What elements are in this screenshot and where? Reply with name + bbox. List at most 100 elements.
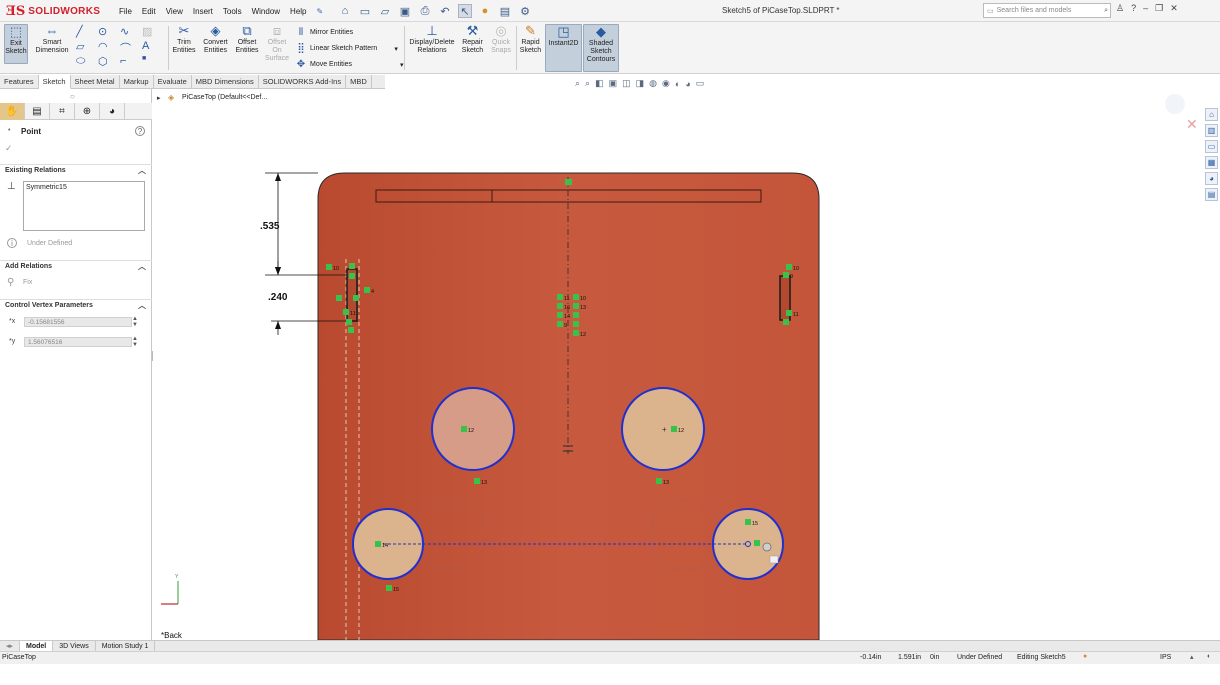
y-coordinate-input[interactable]: 1.56076516 [24, 337, 132, 347]
instant2d-button[interactable]: ◳ Instant2D [545, 24, 582, 72]
existing-relations-list[interactable]: Symmetric15 [23, 181, 145, 231]
tab-mbd[interactable]: MBD [346, 75, 372, 89]
open-icon[interactable]: ▱ [378, 4, 392, 18]
search-icon[interactable]: ⌕ [1104, 7, 1108, 15]
shaded-sketch-contours-button[interactable]: ◆ Shaded Sketch Contours [583, 24, 619, 72]
dimxpert-tab-icon[interactable]: ⊕ [75, 103, 100, 120]
file-explorer-icon[interactable]: ▭ [1205, 140, 1218, 153]
collapse-chevron-icon[interactable]: ︿ [138, 300, 146, 312]
menu-edit[interactable]: Edit [137, 7, 161, 16]
search-input[interactable]: ▭ Search files and models ⌕ [983, 3, 1111, 18]
fillet-icon[interactable]: ⌒ [120, 40, 140, 55]
nav-arrows-icon[interactable]: ◂▸ [0, 640, 21, 652]
smart-dimension-button[interactable]: ⇔ Smart Dimension [33, 24, 71, 55]
scene-icon[interactable]: ◕ [685, 79, 690, 89]
chamfer-icon[interactable]: ⌐ [120, 55, 140, 70]
circle-icon[interactable]: ⊙ [98, 25, 118, 40]
point-icon[interactable]: ■ [142, 55, 162, 70]
rebuild-status-icon[interactable]: ● [1083, 653, 1087, 660]
display-style-icon[interactable]: ◍ [649, 78, 657, 89]
repair-sketch-button[interactable]: ⚒ Repair Sketch [460, 24, 485, 55]
x-coordinate-input[interactable]: -0.15681556 [24, 317, 132, 327]
dropdown-arrow-icon[interactable]: ▾ [394, 45, 398, 53]
select-icon[interactable]: ↖ [458, 4, 472, 18]
customize-status-icon[interactable]: ◐ [1207, 653, 1211, 660]
status-units[interactable]: IPS [1160, 654, 1171, 661]
units-dropdown-icon[interactable]: ▴ [1190, 653, 1194, 661]
new-document-icon[interactable]: ▭ [358, 4, 372, 18]
home-icon[interactable]: ⌂ [338, 4, 352, 18]
rectangle-icon[interactable]: ▱ [76, 40, 96, 55]
tab-mbd-dimensions[interactable]: MBD Dimensions [192, 75, 259, 89]
collapse-chevron-icon[interactable]: ︿ [138, 165, 146, 177]
surface-spline-icon[interactable]: ▨ [142, 25, 162, 40]
user-icon[interactable]: ♙ [1116, 3, 1124, 14]
arc-icon[interactable]: ◠ [98, 40, 118, 55]
options-gear-icon[interactable]: ⚙ [518, 4, 532, 18]
slot-icon[interactable]: ⬭ [76, 55, 96, 70]
collapse-chevron-icon[interactable]: ︿ [138, 261, 146, 273]
edit-appearance-icon[interactable]: ◐ [675, 79, 680, 89]
undo-icon[interactable]: ↶ [438, 4, 452, 18]
configuration-manager-tab-icon[interactable]: ⌗ [50, 103, 75, 120]
quick-snaps-button[interactable]: ◎ Quick Snaps [489, 24, 513, 55]
restore-icon[interactable]: ❐ [1155, 3, 1163, 14]
tab-model[interactable]: Model [20, 640, 54, 652]
graphics-area[interactable]: ▸ ◈ PiCaseTop (Default<<Def... .535 .240… [153, 89, 1220, 640]
spline-icon[interactable]: ∿ [120, 25, 140, 40]
ok-check-icon[interactable]: ✓ [5, 143, 13, 154]
menu-file[interactable]: File [114, 7, 137, 16]
menu-window[interactable]: Window [247, 7, 285, 16]
fix-relation-icon[interactable]: ⚲ [7, 277, 14, 288]
dynamic-annotation-icon[interactable]: ◫ [622, 78, 631, 89]
polygon-icon[interactable]: ⬡ [98, 55, 118, 70]
tab-sheet-metal[interactable]: Sheet Metal [71, 75, 120, 89]
fix-relation-label[interactable]: Fix [23, 279, 32, 286]
x-spinner-icon[interactable]: ▲ ▼ [132, 316, 138, 328]
close-icon[interactable]: ✕ [1170, 3, 1178, 14]
linear-sketch-pattern-button[interactable]: ⣿ Linear Sketch Pattern ▾ [295, 43, 398, 54]
appearances-icon[interactable]: ◕ [1205, 172, 1218, 185]
tab-motion-study[interactable]: Motion Study 1 [96, 640, 156, 652]
tab-features[interactable]: Features [0, 75, 39, 89]
menu-tools[interactable]: Tools [218, 7, 247, 16]
section-view-icon[interactable]: ▣ [609, 78, 618, 89]
line-icon[interactable]: ╱ [76, 25, 96, 40]
exit-sketch-button[interactable]: ⬚ Exit Sketch [4, 24, 28, 64]
offset-on-surface-button[interactable]: ⧈ Offset On Surface [263, 24, 291, 63]
existing-relations-header[interactable]: Existing Relations ︿ [0, 164, 152, 176]
move-entities-button[interactable]: ✥ Move Entities ▾ [295, 59, 404, 70]
custom-properties-icon[interactable]: ▤ [1205, 188, 1218, 201]
y-spinner-icon[interactable]: ▲ ▼ [132, 336, 138, 348]
previous-view-icon[interactable]: ◧ [595, 78, 604, 89]
offset-entities-button[interactable]: ⧉ Offset Entities [234, 24, 260, 55]
tab-evaluate[interactable]: Evaluate [154, 75, 192, 89]
view-orientation-icon[interactable]: ◨ [636, 78, 645, 89]
hide-show-icon[interactable]: ◉ [662, 78, 670, 89]
display-delete-relations-button[interactable]: ⊥ Display/Delete Relations [407, 24, 457, 55]
convert-entities-button[interactable]: ◈ Convert Entities [200, 24, 231, 55]
zoom-to-fit-icon[interactable]: ⌕ [575, 78, 580, 89]
mirror-entities-button[interactable]: ⫴ Mirror Entities [295, 27, 353, 38]
save-icon[interactable]: ▣ [398, 4, 412, 18]
feature-manager-tab-icon[interactable]: ▤ [25, 103, 50, 120]
help-icon[interactable]: ? [135, 126, 145, 136]
solidworks-logo[interactable]: ƎS SOLIDWORKS [6, 3, 100, 19]
file-properties-icon[interactable]: ▤ [498, 4, 512, 18]
menu-insert[interactable]: Insert [188, 7, 218, 16]
tab-3d-views[interactable]: 3D Views [53, 640, 96, 652]
print-icon[interactable]: ⎙ [418, 4, 432, 18]
add-relations-header[interactable]: Add Relations ︿ [0, 260, 152, 272]
minimize-icon[interactable]: – [1143, 3, 1148, 14]
menu-help[interactable]: Help [285, 7, 311, 16]
text-icon[interactable]: A [142, 40, 162, 55]
zoom-area-icon[interactable]: ⌕ [585, 78, 590, 89]
help-icon[interactable]: ? [1131, 3, 1136, 14]
rapid-sketch-button[interactable]: ✎ Rapid Sketch [518, 24, 543, 55]
view-palette-icon[interactable]: ▦ [1205, 156, 1218, 169]
property-manager-tab-icon[interactable]: ✋ [0, 103, 25, 120]
relation-item[interactable]: Symmetric15 [26, 184, 142, 191]
trim-entities-button[interactable]: ✂ Trim Entities [172, 24, 196, 55]
menu-view[interactable]: View [161, 7, 188, 16]
panel-collapse-handle[interactable]: ○ [70, 92, 75, 101]
